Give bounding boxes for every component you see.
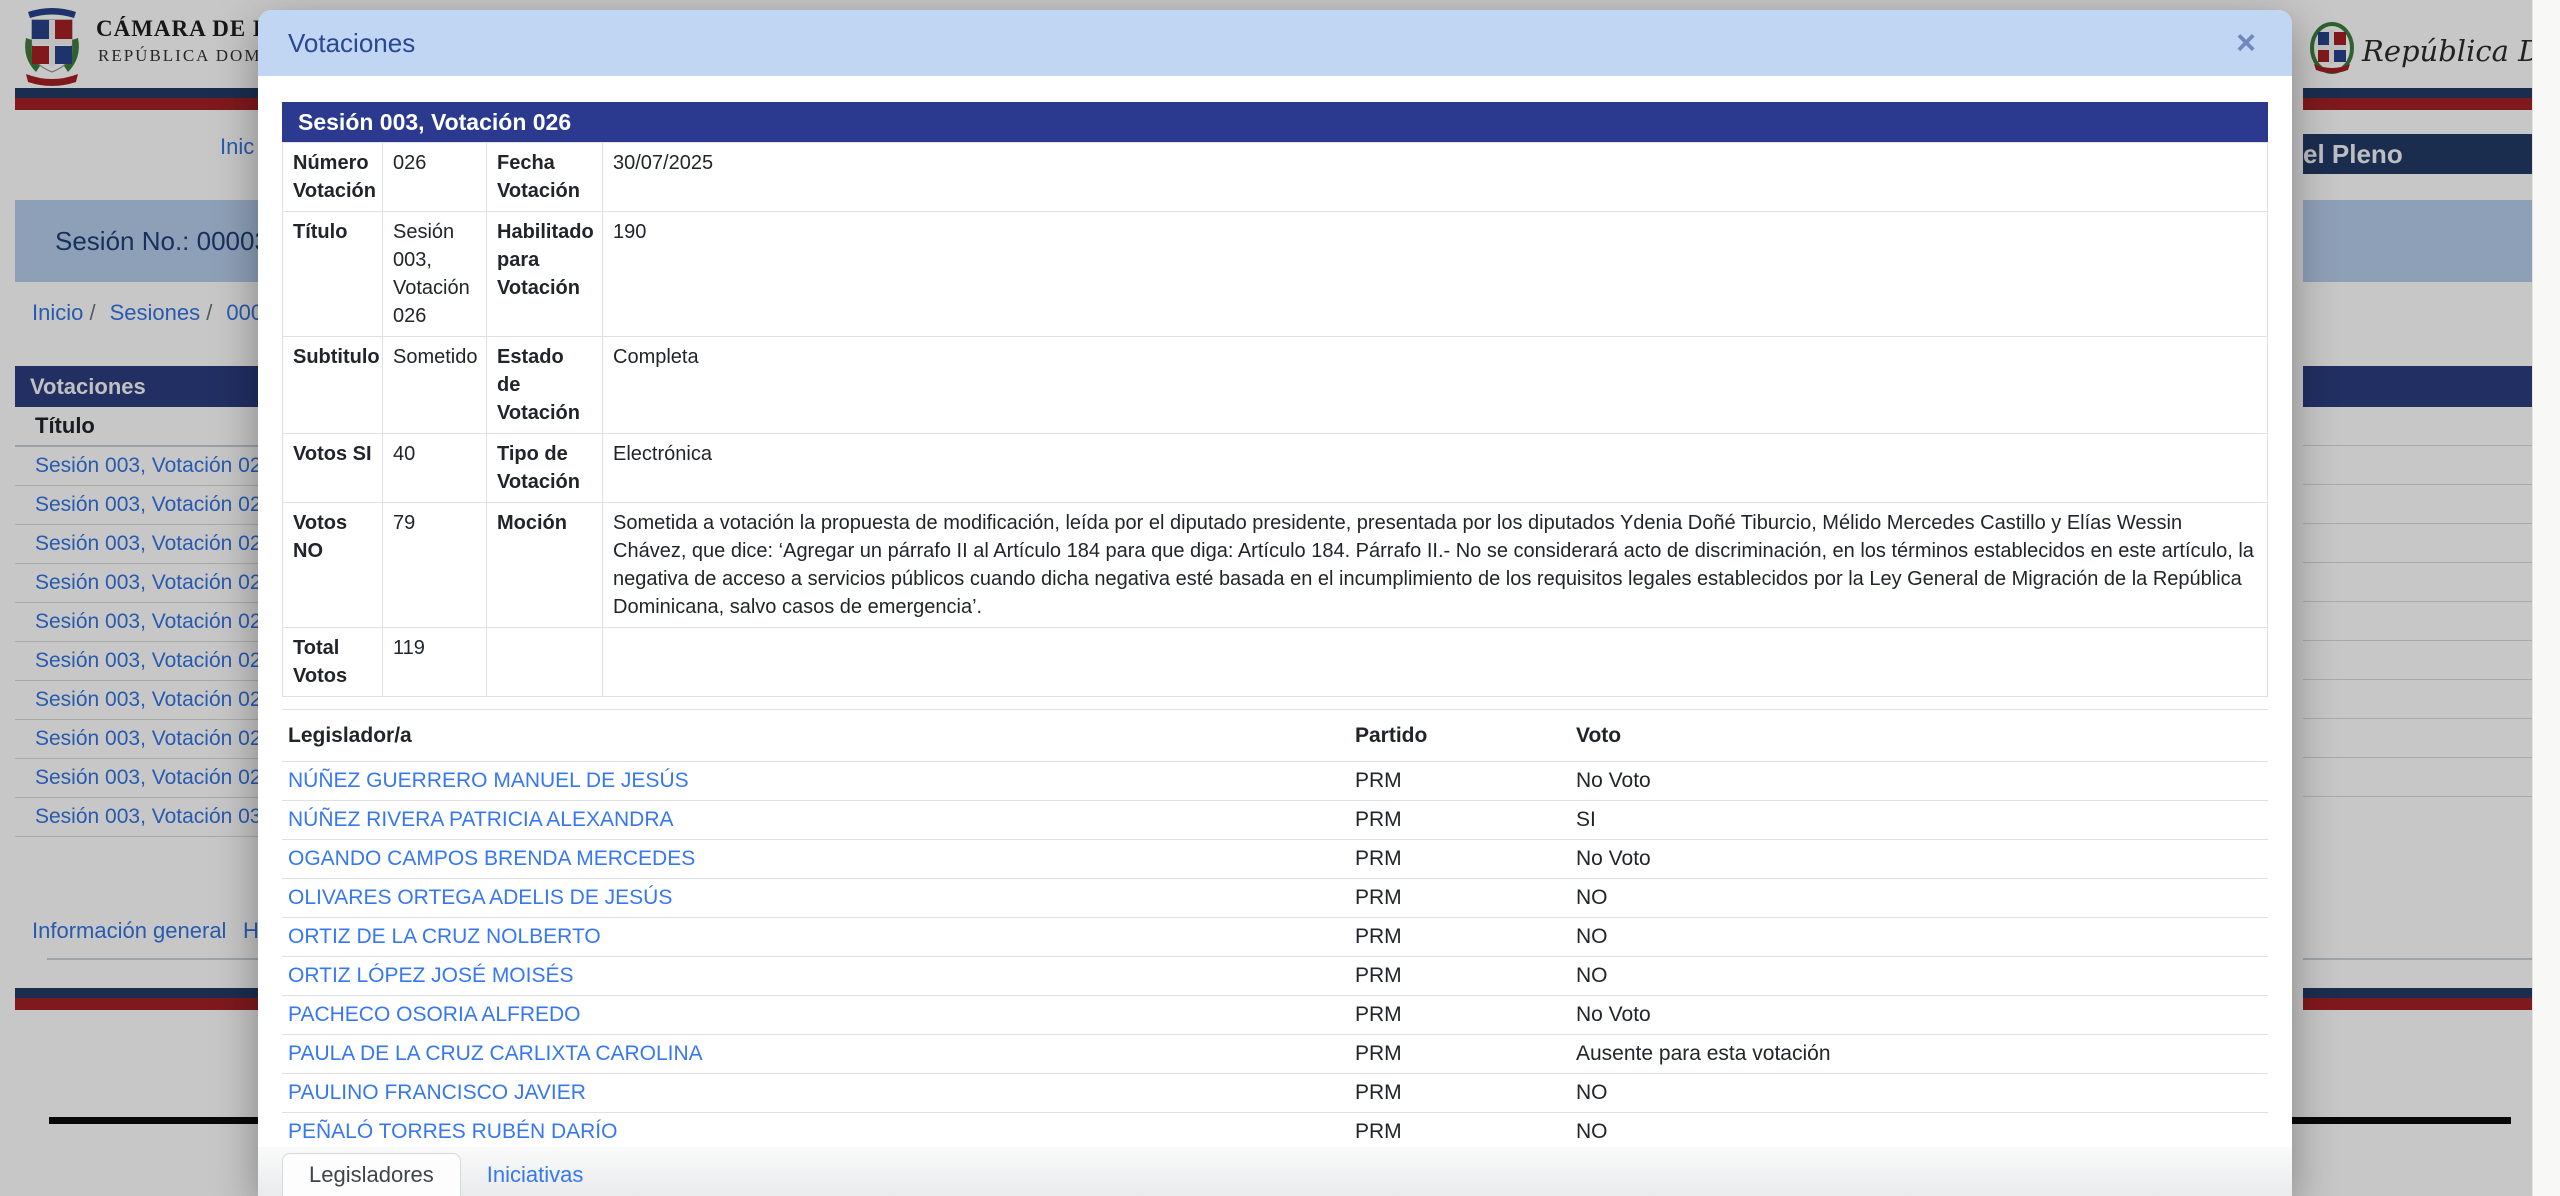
detail-value: 79 [383, 503, 487, 628]
table-row: PAULA DE LA CRUZ CARLIXTA CAROLINA PRM A… [282, 1035, 2268, 1074]
detail-value: 190 [603, 212, 2268, 337]
party-cell: PRM [1355, 1113, 1576, 1151]
vote-cell: No Voto [1576, 840, 2268, 878]
party-cell: PRM [1355, 1074, 1576, 1112]
tab-iniciativas[interactable]: Iniciativas [461, 1154, 610, 1196]
detail-label: Votos NO [283, 503, 383, 628]
vote-cell: No Voto [1576, 996, 2268, 1034]
detail-value: Sometida a votación la propuesta de modi… [603, 503, 2268, 628]
detail-label: Estado de Votación [487, 337, 603, 434]
legislators-table: Legislador/a Partido Voto NÚÑEZ GUERRERO… [282, 709, 2268, 1152]
legislator-link[interactable]: PAULA DE LA CRUZ CARLIXTA CAROLINA [288, 1042, 703, 1065]
detail-label: Fecha Votación [487, 143, 603, 212]
table-row: PACHECO OSORIA ALFREDO PRM No Voto [282, 996, 2268, 1035]
column-header-partido: Partido [1355, 710, 1576, 761]
page: CÁMARA DE DIPUTADOS REPÚBLICA DOMINICANA… [0, 0, 2560, 1196]
detail-value: 40 [383, 434, 487, 503]
detail-label [487, 628, 603, 697]
table-row: OGANDO CAMPOS BRENDA MERCEDES PRM No Vot… [282, 840, 2268, 879]
tab-legisladores[interactable]: Legisladores [282, 1153, 461, 1196]
vote-cell: NO [1576, 1074, 2268, 1112]
details-row: Votos NO 79 Moción Sometida a votación l… [283, 503, 2268, 628]
legislator-link[interactable]: PAULINO FRANCISCO JAVIER [288, 1081, 586, 1104]
details-row: Número Votación 026 Fecha Votación 30/07… [283, 143, 2268, 212]
detail-label: Votos SI [283, 434, 383, 503]
legislator-link[interactable]: PACHECO OSORIA ALFREDO [288, 1003, 581, 1026]
party-cell: PRM [1355, 801, 1576, 839]
details-row: Total Votos 119 [283, 628, 2268, 697]
legislators-header-row: Legislador/a Partido Voto [282, 709, 2268, 762]
vote-cell: NO [1576, 918, 2268, 956]
column-header-legislador: Legislador/a [282, 710, 1355, 761]
table-row: ORTIZ DE LA CRUZ NOLBERTO PRM NO [282, 918, 2268, 957]
votacion-section-header: Sesión 003, Votación 026 [282, 102, 2268, 142]
details-row: Subtitulo Sometido Estado de Votación Co… [283, 337, 2268, 434]
detail-value: 119 [383, 628, 487, 697]
detail-value: Sometido [383, 337, 487, 434]
legislators-rows: NÚÑEZ GUERRERO MANUEL DE JESÚS PRM No Vo… [282, 762, 2268, 1152]
party-cell: PRM [1355, 762, 1576, 800]
detail-value: Sesión 003, Votación 026 [383, 212, 487, 337]
detail-value: 30/07/2025 [603, 143, 2268, 212]
vote-cell: NO [1576, 879, 2268, 917]
legislator-link[interactable]: NÚÑEZ RIVERA PATRICIA ALEXANDRA [288, 808, 674, 831]
party-cell: PRM [1355, 840, 1576, 878]
party-cell: PRM [1355, 918, 1576, 956]
modal-header: Votaciones × [258, 10, 2292, 76]
party-cell: PRM [1355, 1035, 1576, 1073]
legislator-link[interactable]: ORTIZ LÓPEZ JOSÉ MOISÉS [288, 964, 574, 987]
legislator-link[interactable]: PEÑALÓ TORRES RUBÉN DARÍO [288, 1120, 617, 1143]
votaciones-modal: Votaciones × Sesión 003, Votación 026 Nú… [258, 10, 2292, 1196]
details-row: Votos SI 40 Tipo de Votación Electrónica [283, 434, 2268, 503]
detail-value [603, 628, 2268, 697]
table-row: NÚÑEZ GUERRERO MANUEL DE JESÚS PRM No Vo… [282, 762, 2268, 801]
detail-value: Electrónica [603, 434, 2268, 503]
party-cell: PRM [1355, 957, 1576, 995]
detail-label: Tipo de Votación [487, 434, 603, 503]
scrollbar[interactable] [2532, 0, 2560, 1196]
close-icon[interactable]: × [2236, 26, 2256, 60]
vote-cell: SI [1576, 801, 2268, 839]
table-row: OLIVARES ORTEGA ADELIS DE JESÚS PRM NO [282, 879, 2268, 918]
detail-value: Completa [603, 337, 2268, 434]
vote-cell: No Voto [1576, 762, 2268, 800]
votacion-details-table: Número Votación 026 Fecha Votación 30/07… [282, 142, 2268, 697]
modal-title: Votaciones [288, 28, 415, 59]
detail-label: Número Votación [283, 143, 383, 212]
column-header-voto: Voto [1576, 710, 2268, 761]
vote-cell: NO [1576, 957, 2268, 995]
party-cell: PRM [1355, 879, 1576, 917]
table-row: NÚÑEZ RIVERA PATRICIA ALEXANDRA PRM SI [282, 801, 2268, 840]
legislator-link[interactable]: OLIVARES ORTEGA ADELIS DE JESÚS [288, 886, 672, 909]
detail-label: Habilitado para Votación [487, 212, 603, 337]
table-row: ORTIZ LÓPEZ JOSÉ MOISÉS PRM NO [282, 957, 2268, 996]
modal-body: Sesión 003, Votación 026 Número Votación… [258, 76, 2292, 1196]
details-row: Título Sesión 003, Votación 026 Habilita… [283, 212, 2268, 337]
legislator-link[interactable]: OGANDO CAMPOS BRENDA MERCEDES [288, 847, 695, 870]
vote-cell: NO [1576, 1113, 2268, 1151]
detail-label: Moción [487, 503, 603, 628]
detail-value: 026 [383, 143, 487, 212]
detail-label: Total Votos [283, 628, 383, 697]
detail-label: Subtitulo [283, 337, 383, 434]
detail-label: Título [283, 212, 383, 337]
legislator-link[interactable]: NÚÑEZ GUERRERO MANUEL DE JESÚS [288, 769, 689, 792]
legislator-link[interactable]: ORTIZ DE LA CRUZ NOLBERTO [288, 925, 601, 948]
table-row: PAULINO FRANCISCO JAVIER PRM NO [282, 1074, 2268, 1113]
party-cell: PRM [1355, 996, 1576, 1034]
modal-tab-strip: Legisladores Iniciativas [258, 1147, 2292, 1196]
vote-cell: Ausente para esta votación [1576, 1035, 2268, 1073]
